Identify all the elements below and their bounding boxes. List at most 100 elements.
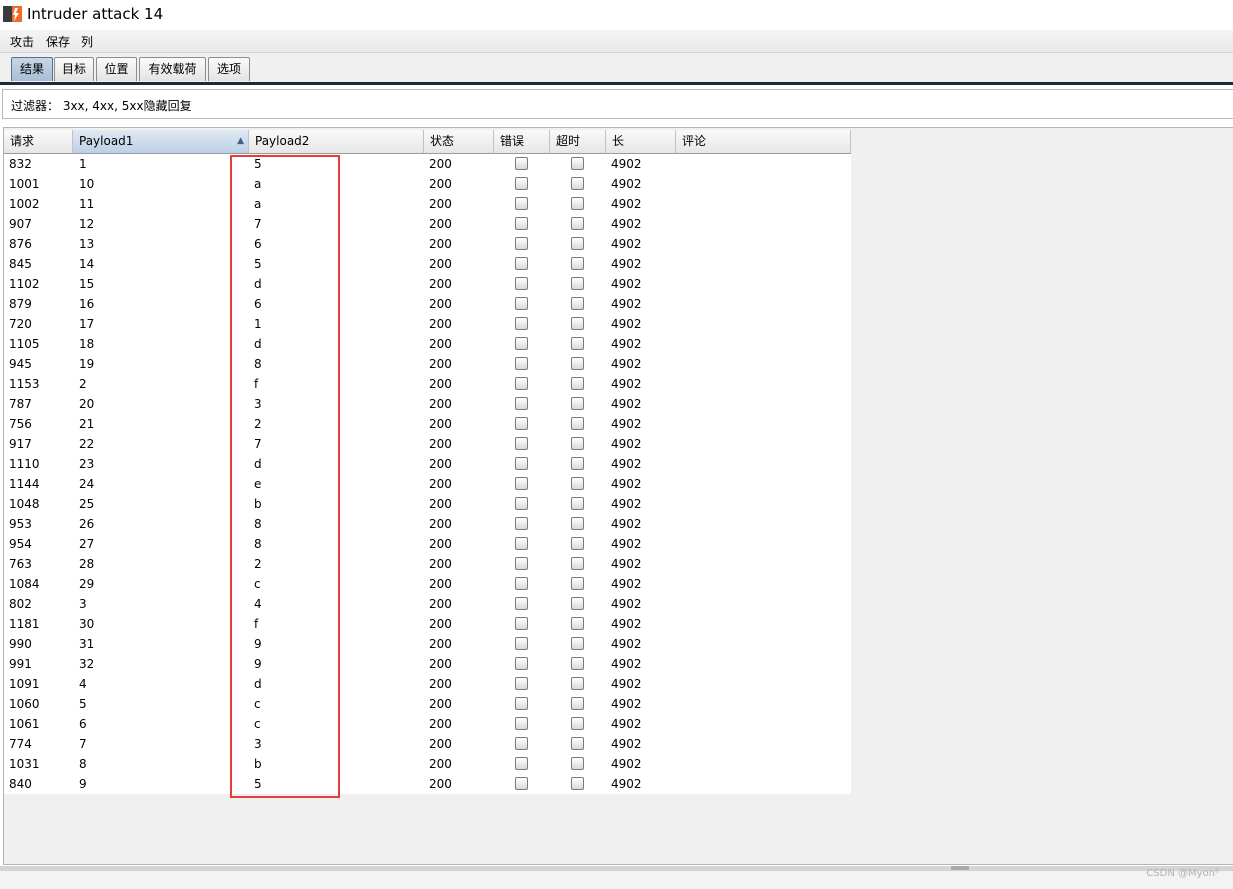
timeout-checkbox[interactable] bbox=[571, 397, 584, 410]
timeout-checkbox[interactable] bbox=[571, 757, 584, 770]
tab-positions[interactable]: 位置 bbox=[96, 57, 137, 81]
error-checkbox[interactable] bbox=[515, 637, 528, 650]
error-checkbox[interactable] bbox=[515, 497, 528, 510]
column-header-comment[interactable]: 评论 bbox=[676, 130, 851, 153]
table-row[interactable]: 1001 10 a 200 4902 bbox=[4, 174, 851, 194]
error-checkbox[interactable] bbox=[515, 157, 528, 170]
error-checkbox[interactable] bbox=[515, 777, 528, 790]
error-checkbox[interactable] bbox=[515, 677, 528, 690]
timeout-checkbox[interactable] bbox=[571, 717, 584, 730]
table-row[interactable]: 1048 25 b 200 4902 bbox=[4, 494, 851, 514]
error-checkbox[interactable] bbox=[515, 197, 528, 210]
menu-columns[interactable]: 列 bbox=[81, 33, 93, 50]
table-row[interactable]: 1144 24 e 200 4902 bbox=[4, 474, 851, 494]
error-checkbox[interactable] bbox=[515, 277, 528, 290]
error-checkbox[interactable] bbox=[515, 577, 528, 590]
timeout-checkbox[interactable] bbox=[571, 437, 584, 450]
table-row[interactable]: 1060 5 c 200 4902 bbox=[4, 694, 851, 714]
error-checkbox[interactable] bbox=[515, 317, 528, 330]
timeout-checkbox[interactable] bbox=[571, 297, 584, 310]
error-checkbox[interactable] bbox=[515, 717, 528, 730]
error-checkbox[interactable] bbox=[515, 337, 528, 350]
table-row[interactable]: 1031 8 b 200 4902 bbox=[4, 754, 851, 774]
table-row[interactable]: 840 9 5 200 4902 bbox=[4, 774, 851, 794]
column-header-payload1[interactable]: Payload1 ▲ bbox=[73, 130, 249, 153]
error-checkbox[interactable] bbox=[515, 237, 528, 250]
table-row[interactable]: 763 28 2 200 4902 bbox=[4, 554, 851, 574]
error-checkbox[interactable] bbox=[515, 757, 528, 770]
error-checkbox[interactable] bbox=[515, 257, 528, 270]
column-header-payload2[interactable]: Payload2 bbox=[249, 130, 424, 153]
timeout-checkbox[interactable] bbox=[571, 277, 584, 290]
timeout-checkbox[interactable] bbox=[571, 617, 584, 630]
timeout-checkbox[interactable] bbox=[571, 177, 584, 190]
error-checkbox[interactable] bbox=[515, 597, 528, 610]
table-row[interactable]: 1061 6 c 200 4902 bbox=[4, 714, 851, 734]
timeout-checkbox[interactable] bbox=[571, 697, 584, 710]
timeout-checkbox[interactable] bbox=[571, 497, 584, 510]
column-header-error[interactable]: 错误 bbox=[494, 130, 550, 153]
timeout-checkbox[interactable] bbox=[571, 457, 584, 470]
timeout-checkbox[interactable] bbox=[571, 357, 584, 370]
timeout-checkbox[interactable] bbox=[571, 257, 584, 270]
timeout-checkbox[interactable] bbox=[571, 737, 584, 750]
error-checkbox[interactable] bbox=[515, 297, 528, 310]
table-row[interactable]: 991 32 9 200 4902 bbox=[4, 654, 851, 674]
table-row[interactable]: 1091 4 d 200 4902 bbox=[4, 674, 851, 694]
timeout-checkbox[interactable] bbox=[571, 537, 584, 550]
menu-save[interactable]: 保存 bbox=[46, 33, 70, 50]
table-row[interactable]: 907 12 7 200 4902 bbox=[4, 214, 851, 234]
table-row[interactable]: 845 14 5 200 4902 bbox=[4, 254, 851, 274]
error-checkbox[interactable] bbox=[515, 377, 528, 390]
error-checkbox[interactable] bbox=[515, 457, 528, 470]
column-header-length[interactable]: 长 bbox=[606, 130, 676, 153]
timeout-checkbox[interactable] bbox=[571, 197, 584, 210]
table-row[interactable]: 774 7 3 200 4902 bbox=[4, 734, 851, 754]
tab-results[interactable]: 结果 bbox=[11, 57, 53, 81]
error-checkbox[interactable] bbox=[515, 357, 528, 370]
error-checkbox[interactable] bbox=[515, 477, 528, 490]
error-checkbox[interactable] bbox=[515, 177, 528, 190]
timeout-checkbox[interactable] bbox=[571, 417, 584, 430]
timeout-checkbox[interactable] bbox=[571, 157, 584, 170]
error-checkbox[interactable] bbox=[515, 557, 528, 570]
error-checkbox[interactable] bbox=[515, 697, 528, 710]
table-row[interactable]: 787 20 3 200 4902 bbox=[4, 394, 851, 414]
timeout-checkbox[interactable] bbox=[571, 657, 584, 670]
timeout-checkbox[interactable] bbox=[571, 477, 584, 490]
timeout-checkbox[interactable] bbox=[571, 237, 584, 250]
timeout-checkbox[interactable] bbox=[571, 597, 584, 610]
tab-target[interactable]: 目标 bbox=[54, 57, 94, 81]
split-handle[interactable] bbox=[951, 866, 969, 870]
error-checkbox[interactable] bbox=[515, 417, 528, 430]
timeout-checkbox[interactable] bbox=[571, 337, 584, 350]
timeout-checkbox[interactable] bbox=[571, 317, 584, 330]
table-row[interactable]: 953 26 8 200 4902 bbox=[4, 514, 851, 534]
table-row[interactable]: 720 17 1 200 4902 bbox=[4, 314, 851, 334]
table-row[interactable]: 1002 11 a 200 4902 bbox=[4, 194, 851, 214]
timeout-checkbox[interactable] bbox=[571, 377, 584, 390]
column-header-request[interactable]: 请求 bbox=[4, 130, 73, 153]
timeout-checkbox[interactable] bbox=[571, 557, 584, 570]
error-checkbox[interactable] bbox=[515, 617, 528, 630]
table-row[interactable]: 1153 2 f 200 4902 bbox=[4, 374, 851, 394]
timeout-checkbox[interactable] bbox=[571, 517, 584, 530]
table-row[interactable]: 990 31 9 200 4902 bbox=[4, 634, 851, 654]
table-row[interactable]: 954 27 8 200 4902 bbox=[4, 534, 851, 554]
table-row[interactable]: 879 16 6 200 4902 bbox=[4, 294, 851, 314]
table-row[interactable]: 945 19 8 200 4902 bbox=[4, 354, 851, 374]
table-row[interactable]: 802 3 4 200 4902 bbox=[4, 594, 851, 614]
column-header-timeout[interactable]: 超时 bbox=[550, 130, 606, 153]
timeout-checkbox[interactable] bbox=[571, 577, 584, 590]
table-row[interactable]: 832 1 5 200 4902 bbox=[4, 154, 851, 174]
timeout-checkbox[interactable] bbox=[571, 677, 584, 690]
timeout-checkbox[interactable] bbox=[571, 777, 584, 790]
error-checkbox[interactable] bbox=[515, 437, 528, 450]
timeout-checkbox[interactable] bbox=[571, 637, 584, 650]
timeout-checkbox[interactable] bbox=[571, 217, 584, 230]
error-checkbox[interactable] bbox=[515, 397, 528, 410]
filter-bar[interactable]: 过滤器： 3xx, 4xx, 5xx隐藏回复 bbox=[2, 89, 1233, 119]
table-row[interactable]: 876 13 6 200 4902 bbox=[4, 234, 851, 254]
table-row[interactable]: 1102 15 d 200 4902 bbox=[4, 274, 851, 294]
table-row[interactable]: 1084 29 c 200 4902 bbox=[4, 574, 851, 594]
